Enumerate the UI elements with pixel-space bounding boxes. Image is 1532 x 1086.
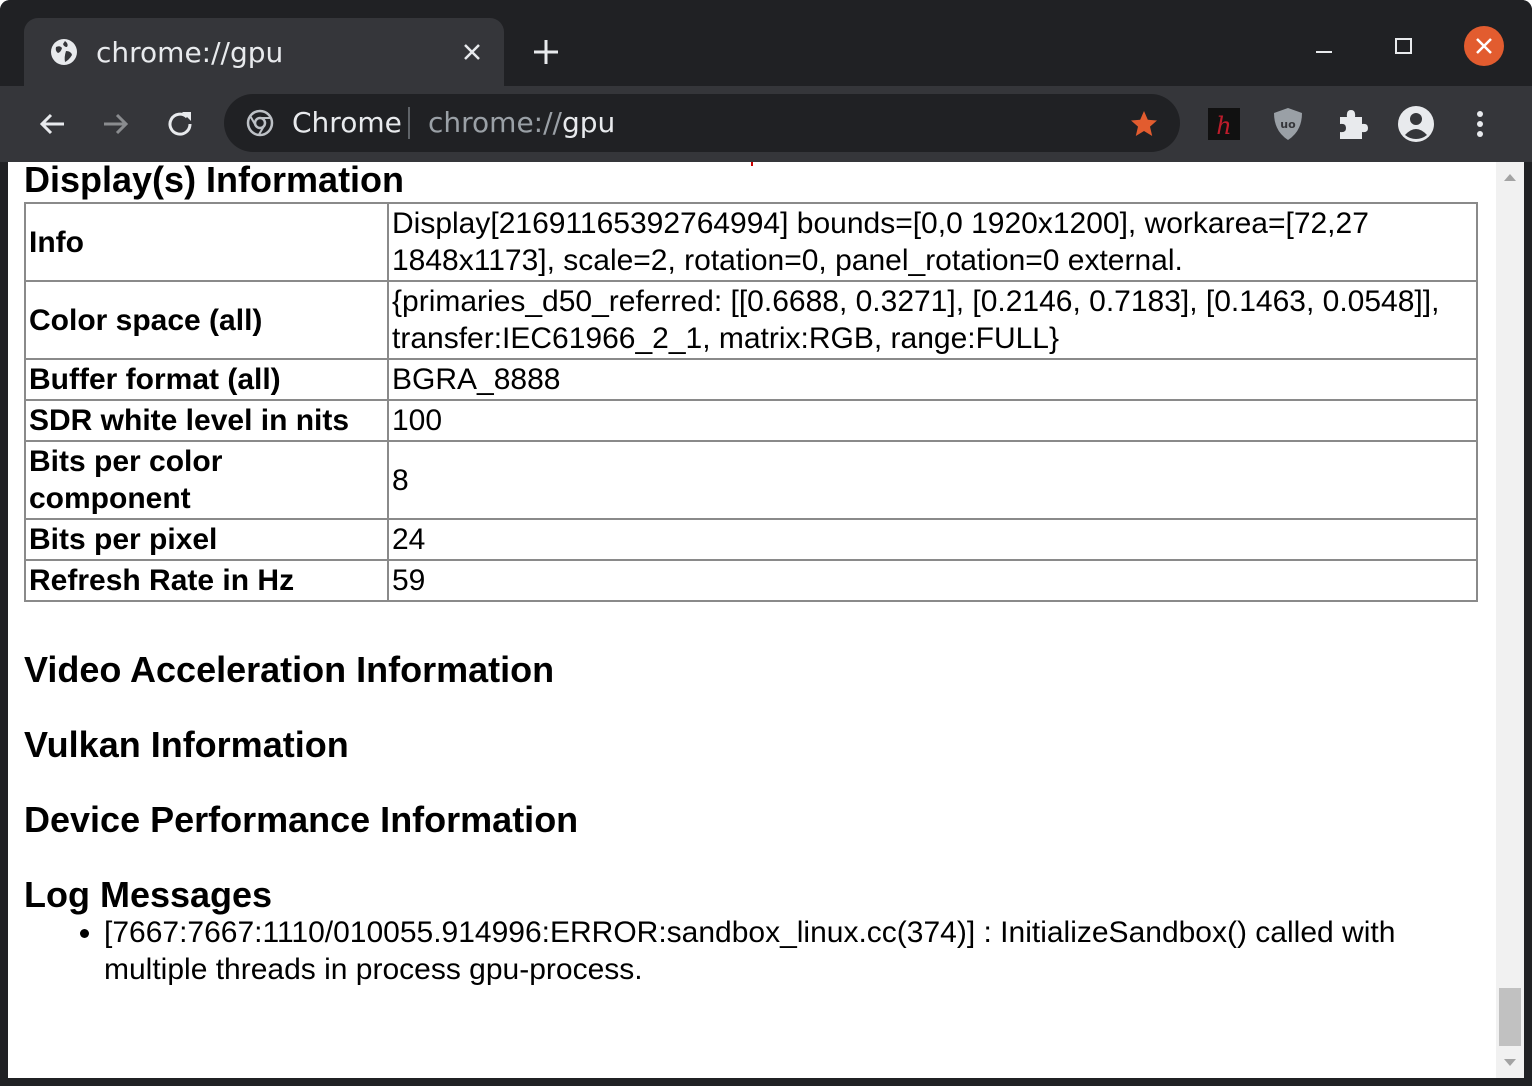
url-scheme: chrome:// [428,106,562,139]
close-icon[interactable] [456,36,488,68]
video-acceleration-heading: Video Acceleration Information [24,649,555,690]
omnibox-chip: Chrome [292,106,402,139]
display-info-value: 24 [387,518,1478,561]
display-info-heading: Display(s) Information [24,162,405,200]
browser-window: chrome://gpu Chrome chrome://gpu h uo Di… [0,0,1532,1086]
display-info-value: 8 [387,440,1478,520]
display-info-value: BGRA_8888 [387,358,1478,401]
hypothesis-extension-icon[interactable]: h [1204,104,1244,144]
display-info-row: Bits per pixel 24 [24,518,1478,561]
scroll-up-arrow-icon[interactable] [1496,162,1524,192]
scroll-down-arrow-icon[interactable] [1496,1048,1524,1078]
display-info-row: Bits per color component 8 [24,440,1478,520]
tab-title: chrome://gpu [96,36,284,69]
display-info-value: Display[21691165392764994] bounds=[0,0 1… [387,202,1478,282]
svg-text:uo: uo [1280,118,1296,131]
minimize-icon[interactable] [1310,36,1338,64]
scrollbar-thumb[interactable] [1499,988,1521,1046]
display-info-row: SDR white level in nits 100 [24,399,1478,442]
omnibox-url[interactable]: chrome://gpu [428,106,615,139]
chrome-icon [246,109,274,137]
ublock-extension-icon[interactable]: uo [1268,104,1308,144]
display-info-value: 100 [387,399,1478,442]
display-info-key: Buffer format (all) [24,358,389,401]
display-info-key: Bits per color component [24,440,389,520]
plus-icon[interactable] [530,36,562,68]
focus-marker [751,162,753,166]
log-messages-list: [7667:7667:1110/010055.914996:ERROR:sand… [24,914,1444,988]
display-info-row: Color space (all) {primaries_d50_referred… [24,280,1478,360]
kebab-menu-icon[interactable] [1460,104,1500,144]
log-messages-heading: Log Messages [24,874,273,915]
omnibox[interactable]: Chrome chrome://gpu [224,94,1180,152]
puzzle-icon[interactable] [1332,104,1372,144]
toolbar: Chrome chrome://gpu h uo [0,86,1532,162]
display-info-table: Info Display[21691165392764994] bounds=[0… [24,202,1478,602]
reload-icon[interactable] [160,104,200,144]
url-host: gpu [561,106,616,139]
display-info-row: Buffer format (all) BGRA_8888 [24,358,1478,401]
star-icon[interactable] [1128,108,1160,140]
display-info-value: {primaries_d50_referred: [[0.6688, 0.327… [387,280,1478,360]
tab-strip: chrome://gpu [0,0,1532,86]
display-info-key: Bits per pixel [24,518,389,561]
svg-text:h: h [1216,112,1231,140]
display-info-key: Color space (all) [24,280,389,360]
forward-icon[interactable] [96,104,136,144]
globe-icon [50,38,78,66]
device-performance-heading: Device Performance Information [24,799,579,840]
maximize-icon[interactable] [1390,32,1418,60]
display-info-row: Refresh Rate in Hz 59 [24,559,1478,602]
vertical-scrollbar[interactable] [1496,162,1524,1078]
omnibox-separator [408,107,410,139]
display-info-key: SDR white level in nits [24,399,389,442]
window-close-button[interactable] [1464,26,1504,66]
display-info-key: Info [24,202,389,282]
vulkan-heading: Vulkan Information [24,724,349,765]
tab-gpu[interactable]: chrome://gpu [24,18,504,86]
log-message: [7667:7667:1110/010055.914996:ERROR:sand… [104,914,1444,988]
page-content: Display(s) Information Info Display[21691… [8,162,1524,1078]
profile-icon[interactable] [1396,104,1436,144]
display-info-key: Refresh Rate in Hz [24,559,389,602]
display-info-value: 59 [387,559,1478,602]
back-icon[interactable] [32,104,72,144]
display-info-row: Info Display[21691165392764994] bounds=[0… [24,202,1478,282]
